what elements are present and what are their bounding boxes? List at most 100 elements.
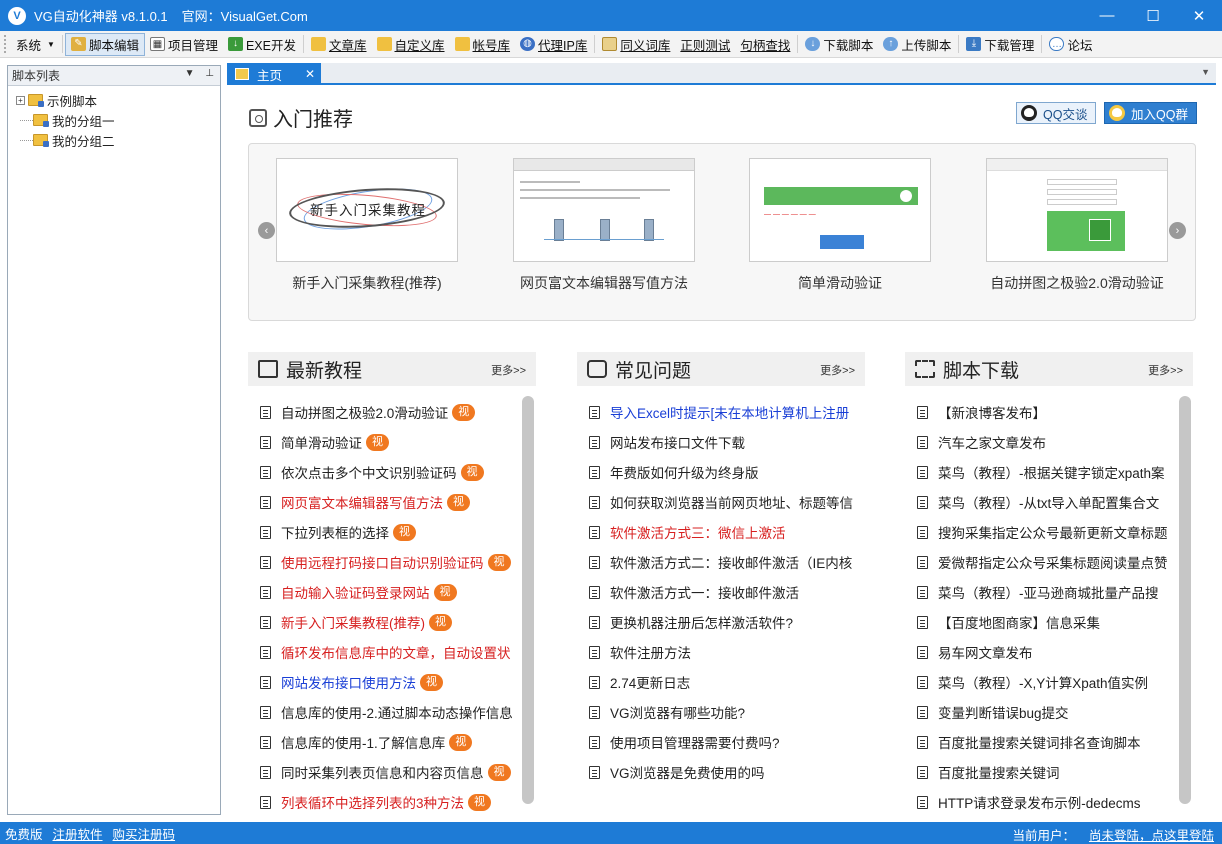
proxy-lib-button[interactable]: ◍ 代理IP库: [515, 33, 592, 56]
list-item[interactable]: 使用远程打码接口自动识别验证码视: [248, 547, 536, 577]
folder-icon: [310, 37, 326, 51]
handle-find-button[interactable]: 句柄查找: [735, 33, 795, 56]
list-item[interactable]: 如何获取浏览器当前网页地址、标题等信: [577, 487, 865, 517]
website-label: 官网：VisualGet.Com: [181, 9, 308, 24]
list-item[interactable]: 信息库的使用-1.了解信息库视: [248, 727, 536, 757]
list-item[interactable]: 菜鸟（教程）-X,Y计算Xpath值实例: [905, 667, 1193, 697]
pin-icon[interactable]: ⊥: [205, 68, 214, 79]
list-item[interactable]: 信息库的使用-2.通过脚本动态操作信息: [248, 697, 536, 727]
more-link[interactable]: 更多>>: [1148, 362, 1183, 378]
more-link[interactable]: 更多>>: [491, 362, 526, 378]
download-box-icon: [915, 360, 935, 378]
download-script-button[interactable]: ↓ 下载脚本: [800, 33, 878, 56]
list-scrollbar[interactable]: [522, 396, 534, 804]
list-item[interactable]: 菜鸟（教程）-亚马逊商城批量产品搜: [905, 577, 1193, 607]
list-item[interactable]: 简单滑动验证视: [248, 427, 536, 457]
custom-lib-button[interactable]: 自定义库: [372, 33, 450, 56]
buy-code-link[interactable]: 购买注册码: [113, 824, 176, 843]
minimize-button[interactable]: —: [1084, 0, 1130, 31]
list-item[interactable]: 软件激活方式一：接收邮件激活: [577, 577, 865, 607]
list-item[interactable]: 2.74更新日志: [577, 667, 865, 697]
expand-plus-icon[interactable]: +: [16, 95, 25, 105]
cloud-upload-icon: ↑: [883, 37, 899, 51]
text-line-graphic: [520, 189, 670, 191]
tree-item-example-scripts[interactable]: + 示例脚本: [16, 90, 220, 110]
form-field-graphic: [1047, 199, 1117, 205]
project-manage-label: 项目管理: [167, 38, 218, 53]
tab-close-icon[interactable]: ✕: [305, 67, 315, 81]
account-lib-button[interactable]: 帐号库: [450, 33, 516, 56]
tab-home[interactable]: 主页 ✕: [227, 63, 321, 85]
project-manage-button[interactable]: ▦ 项目管理: [145, 33, 223, 56]
tab-list-dropdown-icon[interactable]: ▼: [1201, 67, 1210, 77]
carousel-card[interactable]: 新手入门采集教程 新手入门采集教程(推荐): [276, 158, 458, 293]
list-item[interactable]: 搜狗采集指定公众号最新更新文章标题: [905, 517, 1193, 547]
list-item[interactable]: 爱微帮指定公众号采集标题阅读量点赞: [905, 547, 1193, 577]
upload-script-button[interactable]: ↑ 上传脚本: [878, 33, 956, 56]
list-item[interactable]: 网页富文本编辑器写值方法视: [248, 487, 536, 517]
list-item[interactable]: 软件激活方式二：接收邮件激活（IE内核: [577, 547, 865, 577]
list-item[interactable]: HTTP请求登录发布示例-dedecms: [905, 787, 1193, 815]
document-icon: [917, 645, 928, 659]
regex-test-button[interactable]: 正则测试: [675, 33, 735, 56]
list-item[interactable]: 软件注册方法: [577, 637, 865, 667]
list-item[interactable]: 年费版如何升级为终身版: [577, 457, 865, 487]
list-item[interactable]: 网站发布接口文件下载: [577, 427, 865, 457]
close-button[interactable]: ✕: [1176, 0, 1222, 31]
list-item[interactable]: 变量判断错误bug提交: [905, 697, 1193, 727]
list-item[interactable]: VG浏览器有哪些功能?: [577, 697, 865, 727]
list-item-text: 爱微帮指定公众号采集标题阅读量点赞: [938, 556, 1168, 571]
list-item[interactable]: 自动拼图之极验2.0滑动验证视: [248, 397, 536, 427]
list-item[interactable]: 网站发布接口使用方法视: [248, 667, 536, 697]
list-item[interactable]: 【新浪博客发布】: [905, 397, 1193, 427]
list-item[interactable]: 使用项目管理器需要付费吗?: [577, 727, 865, 757]
carousel-prev-icon[interactable]: ‹: [258, 222, 275, 239]
list-item[interactable]: 易车网文章发布: [905, 637, 1193, 667]
document-icon: [917, 675, 928, 689]
register-link[interactable]: 注册软件: [53, 824, 103, 843]
synonym-lib-button[interactable]: 同义词库: [597, 33, 675, 56]
document-icon: [260, 465, 271, 479]
forum-button[interactable]: … 论坛: [1044, 33, 1097, 56]
list-item[interactable]: 【百度地图商家】信息采集: [905, 607, 1193, 637]
list-item[interactable]: 列表循环中选择列表的3种方法视: [248, 787, 536, 815]
exe-dev-button[interactable]: ↓ EXE开发: [223, 33, 301, 56]
list-item[interactable]: 软件激活方式三：微信上激活: [577, 517, 865, 547]
list-item[interactable]: 下拉列表框的选择视: [248, 517, 536, 547]
list-item[interactable]: 菜鸟（教程）-从txt导入单配置集合文: [905, 487, 1193, 517]
list-item[interactable]: 更换机器注册后怎样激活软件?: [577, 607, 865, 637]
qq-group-button[interactable]: 加入QQ群: [1104, 102, 1197, 124]
login-link[interactable]: 尚未登陆，点这里登陆: [1089, 825, 1214, 844]
tree-item-group-two[interactable]: 我的分组二: [16, 130, 220, 150]
list-item[interactable]: 菜鸟（教程）-根据关键字锁定xpath案: [905, 457, 1193, 487]
carousel-card[interactable]: 网页富文本编辑器写值方法: [513, 158, 695, 293]
system-menu-button[interactable]: 系统 ▼: [11, 33, 60, 56]
panel-menu-icon[interactable]: ▼: [185, 68, 195, 79]
list-scrollbar[interactable]: [1179, 396, 1191, 804]
list-item[interactable]: 依次点击多个中文识别验证码视: [248, 457, 536, 487]
list-item[interactable]: VG浏览器是免费使用的吗: [577, 757, 865, 787]
list-item[interactable]: 导入Excel时提示[未在本地计算机上注册: [577, 397, 865, 427]
list-item[interactable]: 汽车之家文章发布: [905, 427, 1193, 457]
document-icon: [589, 645, 600, 659]
article-lib-button[interactable]: 文章库: [306, 33, 372, 56]
tree-item-group-one[interactable]: 我的分组一: [16, 110, 220, 130]
qq-chat-button[interactable]: QQ交谈: [1016, 102, 1097, 124]
list-item[interactable]: 循环发布信息库中的文章，自动设置状: [248, 637, 536, 667]
list-item[interactable]: 新手入门采集教程(推荐) 视: [248, 607, 536, 637]
carousel-card[interactable]: 自动拼图之极验2.0滑动验证: [986, 158, 1168, 293]
maximize-button[interactable]: ☐: [1130, 0, 1176, 31]
card-caption: 简单滑动验证: [798, 275, 882, 291]
carousel-card[interactable]: — — — — — — 简单滑动验证: [749, 158, 931, 293]
synonym-lib-label: 同义词库: [620, 38, 671, 53]
list-item[interactable]: 百度批量搜索关键词: [905, 757, 1193, 787]
list-item[interactable]: 百度批量搜索关键词排名查询脚本: [905, 727, 1193, 757]
list-item[interactable]: 自动输入验证码登录网站视: [248, 577, 536, 607]
more-link[interactable]: 更多>>: [820, 362, 855, 378]
grid-icon: ▦: [149, 37, 165, 51]
list-item-text: 新手入门采集教程(推荐): [281, 616, 425, 631]
carousel-next-icon[interactable]: ›: [1169, 222, 1186, 239]
list-item[interactable]: 同时采集列表页信息和内容页信息视: [248, 757, 536, 787]
script-edit-button[interactable]: ✎ 脚本编辑: [64, 32, 145, 56]
download-manage-button[interactable]: ⤓ 下载管理: [961, 33, 1039, 56]
